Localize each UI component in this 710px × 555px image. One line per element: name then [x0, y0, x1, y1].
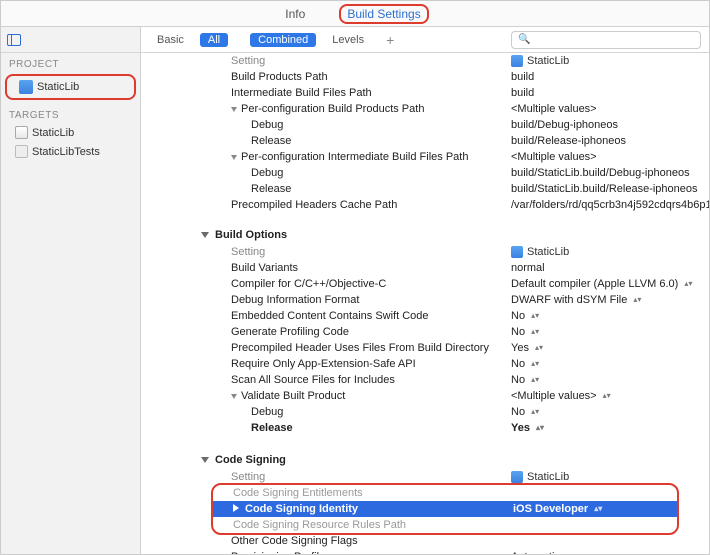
test-target-icon [15, 145, 28, 158]
code-signing-callout: Code Signing Entitlements Code Signing I… [211, 483, 679, 535]
chevron-down-icon [201, 232, 209, 238]
setting-row[interactable]: Build Products Path build [141, 69, 709, 85]
setting-row[interactable]: Compiler for C/C++/Objective-CDefault co… [141, 276, 709, 292]
filter-basic[interactable]: Basic [149, 33, 192, 47]
search-icon: 🔍 [518, 34, 530, 45]
setting-row-other-flags[interactable]: Other Code Signing Flags [141, 533, 709, 549]
chevron-down-icon [231, 394, 237, 399]
project-sidebar: PROJECT StaticLib TARGETS StaticLib Stat… [1, 27, 141, 554]
setting-row[interactable]: Debug Information FormatDWARF with dSYM … [141, 292, 709, 308]
project-icon [511, 246, 523, 258]
section-build-options[interactable]: Build Options [141, 223, 709, 244]
setting-row[interactable]: Intermediate Build Files Path build [141, 85, 709, 101]
sidebar-target-label: StaticLib [32, 127, 74, 139]
popup-icon: ▴▾ [531, 361, 539, 367]
chevron-down-icon [201, 457, 209, 463]
column-headers: Setting StaticLib [141, 53, 709, 69]
popup-icon: ▴▾ [684, 281, 692, 287]
popup-icon: ▴▾ [531, 409, 539, 415]
setting-group[interactable]: Per-configuration Intermediate Build Fil… [141, 149, 709, 165]
setting-row-provisioning[interactable]: Provisioning ProfileAutomatic▴▾ [141, 549, 709, 554]
chevron-right-icon [233, 504, 239, 512]
popup-icon: ▴▾ [531, 313, 539, 319]
editor-tabs: Info Build Settings [1, 1, 709, 27]
popup-icon: ▴▾ [603, 393, 611, 399]
setting-row-code-signing-identity[interactable]: Code Signing Identity iOS Developer▴▾ [213, 501, 677, 517]
sidebar-heading-project: PROJECT [1, 53, 140, 72]
popup-icon: ▴▾ [535, 345, 543, 351]
sidebar-target-tests[interactable]: StaticLibTests [1, 142, 140, 161]
project-icon [19, 80, 33, 94]
sidebar-project-item[interactable]: StaticLib [5, 74, 136, 100]
filter-levels[interactable]: Levels [324, 33, 372, 47]
sidebar-heading-targets: TARGETS [1, 104, 140, 123]
column-headers: Setting StaticLib [141, 244, 709, 260]
setting-row-debug[interactable]: Debugbuild/Debug-iphoneos [141, 117, 709, 133]
framework-icon [15, 126, 28, 139]
panel-toggle-icon[interactable] [7, 34, 21, 46]
setting-row-release[interactable]: ReleaseYes▴▾ [141, 420, 709, 436]
tab-build-settings[interactable]: Build Settings [339, 4, 428, 24]
setting-row[interactable]: Scan All Source Files for IncludesNo▴▾ [141, 372, 709, 388]
popup-icon: ▴▾ [536, 425, 544, 431]
add-setting-button[interactable]: + [380, 32, 400, 48]
chevron-down-icon [231, 155, 237, 160]
setting-row[interactable]: Precompiled Headers Cache Path/var/folde… [141, 197, 709, 213]
popup-icon: ▴▾ [633, 297, 641, 303]
filter-bar: Basic All Combined Levels + 🔍 [141, 27, 709, 53]
setting-row-release[interactable]: Releasebuild/StaticLib.build/Release-iph… [141, 181, 709, 197]
section-code-signing[interactable]: Code Signing [141, 448, 709, 469]
filter-all[interactable]: All [200, 33, 228, 47]
tab-info[interactable]: Info [281, 5, 309, 23]
setting-row[interactable]: Embedded Content Contains Swift CodeNo▴▾ [141, 308, 709, 324]
setting-row-rules-path[interactable]: Code Signing Resource Rules Path [213, 517, 677, 533]
settings-content: Setting StaticLib Build Products Path bu… [141, 53, 709, 554]
project-icon [511, 471, 523, 483]
setting-row[interactable]: Generate Profiling CodeNo▴▾ [141, 324, 709, 340]
sidebar-target-staticlib[interactable]: StaticLib [1, 123, 140, 142]
setting-group[interactable]: Per-configuration Build Products Path <M… [141, 101, 709, 117]
setting-row[interactable]: Require Only App-Extension-Safe APINo▴▾ [141, 356, 709, 372]
search-field[interactable]: 🔍 [511, 31, 701, 49]
setting-row-debug[interactable]: DebugNo▴▾ [141, 404, 709, 420]
popup-icon: ▴▾ [594, 506, 602, 512]
setting-row[interactable]: Build Variantsnormal [141, 260, 709, 276]
setting-row-entitlements[interactable]: Code Signing Entitlements [213, 485, 677, 501]
sidebar-target-label: StaticLibTests [32, 146, 100, 158]
filter-combined[interactable]: Combined [250, 33, 316, 47]
main-pane: Basic All Combined Levels + 🔍 Setting St… [141, 27, 709, 554]
setting-row[interactable]: Precompiled Header Uses Files From Build… [141, 340, 709, 356]
popup-icon: ▴▾ [531, 377, 539, 383]
setting-row-debug[interactable]: Debugbuild/StaticLib.build/Debug-iphoneo… [141, 165, 709, 181]
chevron-down-icon [231, 107, 237, 112]
project-icon [511, 55, 523, 67]
sidebar-project-label: StaticLib [37, 81, 79, 93]
setting-row-release[interactable]: Releasebuild/Release-iphoneos [141, 133, 709, 149]
setting-group-validate[interactable]: Validate Built Product <Multiple values>… [141, 388, 709, 404]
popup-icon: ▴▾ [531, 329, 539, 335]
